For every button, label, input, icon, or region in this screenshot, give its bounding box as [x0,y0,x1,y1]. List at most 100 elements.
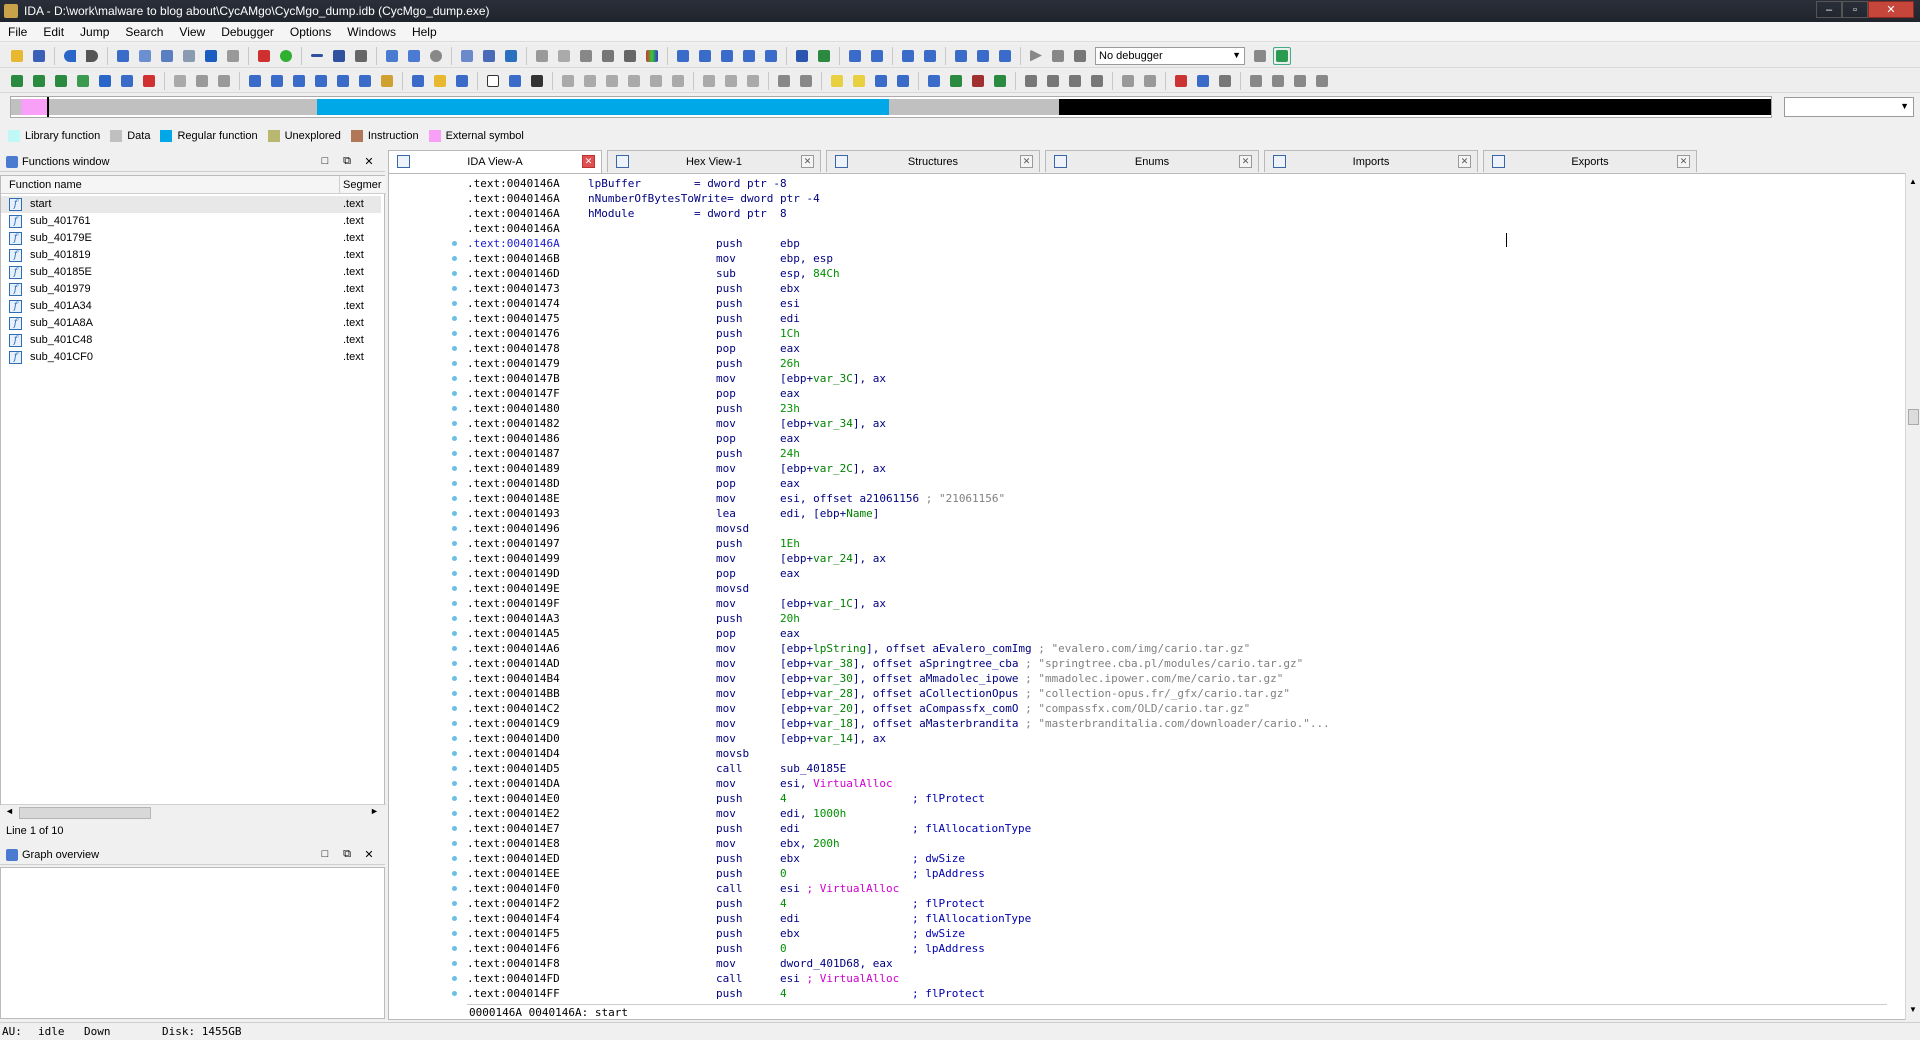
menu-jump[interactable]: Jump [72,25,117,39]
mark-icon[interactable] [224,47,242,65]
enum-del-icon[interactable] [744,72,762,90]
repeat-comment-icon[interactable] [850,72,868,90]
functions-icon[interactable] [740,47,758,65]
tab-ida-view-a[interactable]: IDA View-A ✕ [388,150,602,173]
search-text-icon[interactable] [136,47,154,65]
tab-hex-view-1[interactable]: Hex View-1 ✕ [607,150,821,172]
hide-icon[interactable] [625,72,643,90]
notepad-icon[interactable] [409,72,427,90]
search-binoculars-icon[interactable] [114,47,132,65]
close-icon[interactable]: ✕ [1020,155,1033,168]
menu-windows[interactable]: Windows [339,25,404,39]
step-over-icon[interactable] [1088,72,1106,90]
step-icon[interactable] [1066,72,1084,90]
make-data-icon[interactable] [30,72,48,90]
function-row[interactable]: f sub_401C48 .text [1,332,381,349]
tools-icon[interactable] [453,72,471,90]
function-row[interactable]: f sub_40179E .text [1,230,381,247]
undefine-icon[interactable] [96,72,114,90]
names-icon[interactable] [718,47,736,65]
menu-file[interactable]: File [0,25,35,39]
function-row[interactable]: f sub_401A34 .text [1,298,381,315]
function-row[interactable]: f sub_401979 .text [1,281,381,298]
stop-icon[interactable] [1071,47,1089,65]
menu-view[interactable]: View [171,25,213,39]
scroll-left-icon[interactable]: ◄ [5,806,14,816]
minus-icon[interactable] [308,47,326,65]
list-icon[interactable] [458,47,476,65]
scroll-thumb[interactable] [1908,409,1919,425]
comment-icon[interactable] [828,72,846,90]
make-code-icon[interactable] [8,72,26,90]
flow-icon[interactable] [577,47,595,65]
edit-func-icon[interactable] [312,72,330,90]
play-icon[interactable] [1027,47,1045,65]
save-icon[interactable] [30,47,48,65]
menu-edit[interactable]: Edit [35,25,72,39]
struct-del-icon[interactable] [581,72,599,90]
bookmark-icon[interactable] [431,72,449,90]
structures-icon[interactable] [846,47,864,65]
function-row[interactable]: f start .text [1,196,381,213]
signatures-icon[interactable] [921,47,939,65]
call-graph-icon[interactable] [947,72,965,90]
return-icon[interactable] [1044,72,1062,90]
struct-edit-icon[interactable] [603,72,621,90]
tracing-icon[interactable] [1216,72,1234,90]
imports-icon[interactable] [952,47,970,65]
panel-float-icon[interactable]: ⧉ [340,155,354,168]
run-to-icon[interactable] [1119,72,1137,90]
disassembly-listing[interactable]: .text:0040146A lpBuffer = dword ptr -8 .te… [467,174,1887,1000]
graph-icon[interactable] [502,47,520,65]
minimize-button[interactable]: – [1816,1,1842,18]
menu-debugger[interactable]: Debugger [213,25,282,39]
type-icon[interactable] [246,72,264,90]
graph-view-icon[interactable] [925,72,943,90]
cross-icon[interactable] [352,47,370,65]
struct-add-icon[interactable] [559,72,577,90]
functions-hscrollbar[interactable]: ◄ ► [1,804,386,820]
function-row[interactable]: f sub_401A8A .text [1,315,381,332]
problems-icon[interactable] [996,47,1014,65]
red-triangle-icon[interactable] [255,47,273,65]
user-graph-icon[interactable] [991,72,1009,90]
xref-graph-icon[interactable] [969,72,987,90]
anterior-icon[interactable] [872,72,890,90]
scroll-down-icon[interactable]: ▼ [1909,1005,1917,1014]
strings-icon[interactable] [762,47,780,65]
scroll-right-icon[interactable]: ► [370,806,379,816]
trace-icon[interactable] [1141,72,1159,90]
tab-structures[interactable]: Structures ✕ [826,150,1040,172]
search-immediate-icon[interactable] [180,47,198,65]
down-arrow-icon[interactable] [202,47,220,65]
jump-icon[interactable] [1022,72,1040,90]
close-icon[interactable]: ✕ [362,848,376,861]
column-function-name[interactable]: Function name [9,179,82,191]
segment-icon[interactable] [334,72,352,90]
enum-edit-icon[interactable] [722,72,740,90]
edit-icon[interactable] [793,47,811,65]
function-row[interactable]: f sub_401761 .text [1,213,381,230]
attach-icon[interactable] [1273,46,1291,65]
data-func-icon[interactable] [506,72,524,90]
function-row[interactable]: f sub_401CF0 .text [1,349,381,366]
disassembly-view[interactable]: .text:0040146A lpBuffer = dword ptr -8 .te… [388,173,1908,1020]
posterior-icon[interactable] [894,72,912,90]
create-func-icon[interactable] [290,72,308,90]
watch-icon[interactable] [1194,72,1212,90]
calc-icon[interactable] [621,47,639,65]
enum-member-icon[interactable] [268,72,286,90]
tab-exports[interactable]: Exports ✕ [1483,150,1697,172]
panel-float-icon[interactable]: ⧉ [340,848,354,861]
calls-icon[interactable] [378,72,396,90]
hex-icon[interactable] [696,47,714,65]
make-array-icon[interactable] [74,72,92,90]
close-icon[interactable]: ✕ [801,155,814,168]
enums-icon[interactable] [868,47,886,65]
bits-icon[interactable] [215,72,233,90]
view-a-icon[interactable] [674,47,692,65]
collapse-icon[interactable] [669,72,687,90]
navigation-band[interactable] [10,96,1772,118]
function-row[interactable]: f sub_401819 .text [1,247,381,264]
close-icon[interactable]: ✕ [362,155,376,168]
